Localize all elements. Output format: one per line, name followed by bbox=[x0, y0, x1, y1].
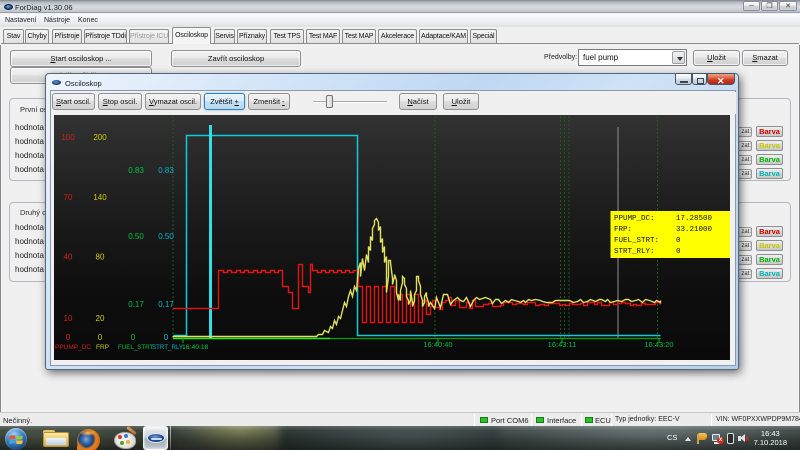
svg-text:0: 0 bbox=[98, 333, 103, 342]
svg-text:16:40:40: 16:40:40 bbox=[423, 340, 452, 349]
svg-text:0: 0 bbox=[164, 333, 169, 342]
svg-text:10: 10 bbox=[64, 314, 73, 323]
svg-text:80: 80 bbox=[96, 253, 105, 262]
svg-text:100: 100 bbox=[61, 133, 75, 142]
svg-text:40: 40 bbox=[64, 253, 73, 262]
svg-text:FUEL_STRT:: FUEL_STRT: bbox=[614, 237, 659, 245]
svg-text:FRP: FRP bbox=[96, 344, 109, 351]
svg-text:STRT_RLY: STRT_RLY bbox=[152, 344, 183, 351]
svg-text:0: 0 bbox=[66, 333, 71, 342]
svg-text:33.21000: 33.21000 bbox=[676, 226, 713, 234]
svg-text:70: 70 bbox=[64, 193, 73, 202]
svg-text:PPUMP_DC:: PPUMP_DC: bbox=[614, 215, 655, 223]
svg-text:0.83: 0.83 bbox=[158, 166, 174, 175]
svg-text:0: 0 bbox=[676, 237, 681, 245]
svg-text:0.17: 0.17 bbox=[128, 300, 144, 309]
svg-text:0.17: 0.17 bbox=[158, 300, 174, 309]
svg-text:0: 0 bbox=[131, 333, 136, 342]
svg-text:200: 200 bbox=[93, 133, 107, 142]
svg-text:16:43:20: 16:43:20 bbox=[644, 340, 673, 349]
svg-text:0: 0 bbox=[676, 248, 681, 256]
svg-text:PPUMP_DC: PPUMP_DC bbox=[55, 344, 91, 351]
svg-text:20: 20 bbox=[96, 314, 105, 323]
svg-text:FUEL_STRT: FUEL_STRT bbox=[118, 344, 154, 351]
svg-text:0.50: 0.50 bbox=[128, 232, 144, 241]
svg-text:16:43:11: 16:43:11 bbox=[548, 340, 577, 349]
svg-text:STRT_RLY:: STRT_RLY: bbox=[614, 248, 655, 256]
svg-text:16:40:18: 16:40:18 bbox=[182, 344, 209, 351]
svg-text:0.50: 0.50 bbox=[158, 232, 174, 241]
svg-text:17.28500: 17.28500 bbox=[676, 215, 713, 223]
svg-text:140: 140 bbox=[93, 193, 107, 202]
svg-text:FRP:: FRP: bbox=[614, 226, 632, 234]
svg-text:0.83: 0.83 bbox=[128, 166, 144, 175]
